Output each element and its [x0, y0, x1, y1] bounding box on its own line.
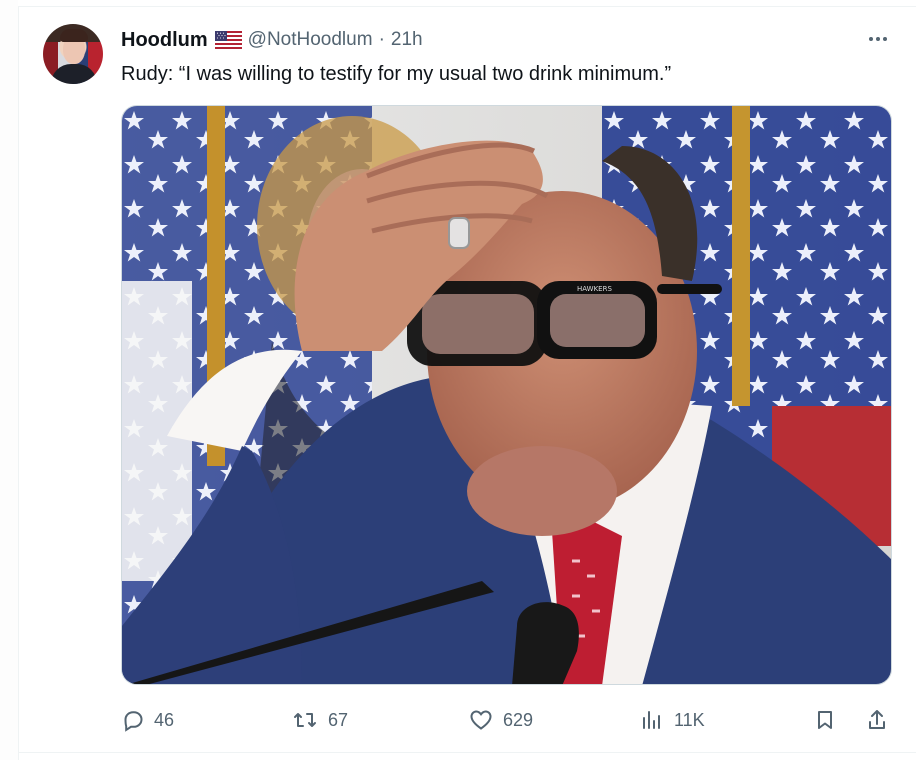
repost-count: 67 [328, 709, 349, 730]
us-flag-icon [214, 31, 242, 49]
more-button[interactable] [864, 25, 892, 53]
views-icon [643, 711, 660, 729]
separator-dot: · [378, 29, 385, 50]
reply-icon [124, 711, 143, 732]
avatar-shoulders [51, 64, 97, 84]
bookmark-icon [818, 711, 832, 729]
reply-count: 46 [154, 709, 175, 730]
photo-illustration: HAWKERS [122, 106, 891, 684]
views-button[interactable]: 11K [639, 705, 705, 735]
left-gutter [0, 0, 18, 760]
tweet-header: Hoodlum @NotHoodlum · 21h [121, 29, 423, 51]
share-icon [869, 710, 885, 729]
bottom-divider [18, 752, 916, 753]
post-time[interactable]: 21h [391, 29, 423, 51]
like-button[interactable]: 629 [468, 705, 533, 735]
heart-icon [470, 710, 492, 730]
repost-icon [294, 713, 316, 727]
view-count: 11K [674, 709, 705, 730]
action-bar: 46 67 629 11K [121, 705, 892, 735]
reply-button[interactable]: 46 [121, 705, 174, 735]
avatar[interactable] [43, 24, 103, 84]
tweet-text: Rudy: “I was willing to testify for my u… [121, 63, 672, 85]
repost-button[interactable]: 67 [291, 705, 348, 735]
avatar-hair [60, 29, 88, 42]
tweet-photo[interactable]: HAWKERS [121, 105, 892, 685]
more-icon [869, 37, 887, 41]
like-count: 629 [503, 709, 534, 730]
display-name[interactable]: Hoodlum [121, 29, 208, 52]
glasses-brand: HAWKERS [577, 285, 612, 293]
user-handle[interactable]: @NotHoodlum [248, 29, 373, 51]
share-button[interactable] [865, 705, 889, 735]
bookmark-button[interactable] [813, 705, 837, 735]
